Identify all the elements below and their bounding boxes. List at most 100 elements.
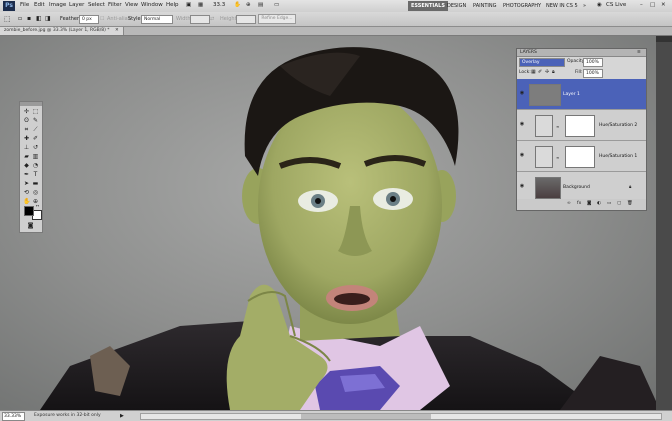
clone-stamp-tool-icon[interactable]: ⊥ bbox=[23, 144, 30, 151]
maximize-icon[interactable]: □ bbox=[650, 2, 655, 8]
workspace-more[interactable]: » bbox=[580, 1, 589, 11]
delete-layer-icon[interactable]: 🗑︎ bbox=[627, 201, 633, 206]
lock-all-icon[interactable]: 🔒︎ bbox=[552, 69, 555, 75]
lasso-tool-icon[interactable]: ʘ bbox=[23, 117, 30, 124]
type-tool-icon[interactable]: T bbox=[32, 171, 39, 178]
lock-position-icon[interactable]: ✢ bbox=[545, 69, 549, 75]
intersect-selection-icon[interactable]: ◨ bbox=[45, 15, 51, 22]
dock-collapse-bar[interactable] bbox=[656, 36, 672, 42]
menu-image[interactable]: Image bbox=[49, 2, 66, 8]
document-tab[interactable]: zombie_before.jpg @ 33.3% (Layer 1, RGB/… bbox=[0, 27, 124, 35]
close-document-icon[interactable]: ✕ bbox=[115, 28, 119, 33]
brush-tool-icon[interactable]: ✐ bbox=[32, 135, 39, 142]
add-mask-icon[interactable]: ◙ bbox=[587, 201, 591, 206]
menu-filter[interactable]: Filter bbox=[108, 2, 122, 8]
visibility-eye-icon[interactable]: ◉ bbox=[519, 91, 525, 96]
path-selection-tool-icon[interactable]: ➤ bbox=[23, 180, 30, 187]
menu-layer[interactable]: Layer bbox=[69, 2, 84, 8]
zoom-level-menu[interactable]: 33.3 bbox=[213, 2, 225, 8]
new-group-icon[interactable]: ▭ bbox=[607, 201, 611, 206]
layer-mask-thumbnail[interactable] bbox=[565, 115, 595, 137]
screen-mode-icon[interactable]: ▭ bbox=[274, 2, 279, 8]
foreground-color-swatch[interactable] bbox=[24, 206, 34, 216]
menu-view[interactable]: View bbox=[125, 2, 138, 8]
shape-tool-icon[interactable]: ▬ bbox=[32, 180, 39, 187]
lock-transparency-icon[interactable]: ▦ bbox=[531, 69, 536, 75]
gradient-tool-icon[interactable]: ▥ bbox=[32, 153, 39, 160]
workspace-essentials[interactable]: ESSENTIALS bbox=[408, 1, 448, 11]
width-input[interactable] bbox=[190, 15, 210, 24]
layer-name[interactable]: Hue/Saturation 1 bbox=[599, 154, 637, 159]
menu-select[interactable]: Select bbox=[88, 2, 105, 8]
layer-row-hue-saturation-2[interactable]: ◉ ∞ Hue/Saturation 2 bbox=[517, 110, 646, 141]
3d-orbit-tool-icon[interactable]: ◎ bbox=[32, 189, 39, 196]
arrange-documents-icon[interactable]: ▤ bbox=[258, 2, 263, 8]
new-selection-icon[interactable]: ▫ bbox=[18, 15, 22, 22]
add-selection-icon[interactable]: ▪ bbox=[27, 15, 31, 22]
swap-colors-icon[interactable]: ↔ bbox=[34, 202, 41, 209]
workspace-design[interactable]: DESIGN bbox=[444, 1, 469, 11]
scrollbar-thumb[interactable] bbox=[301, 414, 431, 419]
adjustment-layer-icon[interactable]: ◐ bbox=[597, 201, 601, 206]
feather-input[interactable]: 0 px bbox=[79, 15, 99, 24]
minimize-icon[interactable]: – bbox=[640, 2, 643, 8]
layer-name[interactable]: Layer 1 bbox=[563, 92, 580, 97]
quick-mask-icon[interactable]: ◙ bbox=[27, 222, 34, 229]
tools-panel-header[interactable] bbox=[20, 102, 42, 106]
menu-file[interactable]: File bbox=[20, 2, 29, 8]
layer-name[interactable]: Background bbox=[563, 185, 590, 190]
dodge-tool-icon[interactable]: ◔ bbox=[32, 162, 39, 169]
menu-help[interactable]: Help bbox=[166, 2, 179, 8]
anti-alias-checkbox[interactable]: ☐ bbox=[100, 16, 104, 22]
menu-edit[interactable]: Edit bbox=[34, 2, 45, 8]
blend-mode-select[interactable]: Overlay bbox=[519, 58, 565, 67]
zoom-tool-icon[interactable]: ⊕ bbox=[246, 2, 251, 8]
panel-menu-icon[interactable]: ≡ bbox=[637, 50, 641, 55]
layer-style-icon[interactable]: fx bbox=[577, 201, 581, 206]
link-layers-icon[interactable]: ∞ bbox=[567, 201, 571, 206]
horizontal-scrollbar[interactable] bbox=[140, 413, 662, 420]
crop-tool-icon[interactable]: ⌗ bbox=[23, 126, 30, 133]
eraser-tool-icon[interactable]: ▰ bbox=[23, 153, 30, 160]
quick-selection-tool-icon[interactable]: ✎ bbox=[32, 117, 39, 124]
cs-live-label[interactable]: CS Live bbox=[606, 2, 626, 8]
mini-bridge-icon[interactable]: ▦ bbox=[198, 2, 203, 8]
history-brush-tool-icon[interactable]: ↺ bbox=[32, 144, 39, 151]
workspace-photography[interactable]: PHOTOGRAPHY bbox=[500, 1, 544, 11]
marquee-tool-icon[interactable]: ⬚ bbox=[4, 15, 11, 23]
new-layer-icon[interactable]: ▢ bbox=[617, 201, 621, 206]
eyedropper-tool-icon[interactable]: ⟋ bbox=[32, 126, 39, 133]
pen-tool-icon[interactable]: ✒ bbox=[23, 171, 30, 178]
fill-input[interactable]: 100% bbox=[583, 69, 603, 78]
blur-tool-icon[interactable]: ◆ bbox=[23, 162, 30, 169]
move-tool-icon[interactable]: ✢ bbox=[23, 108, 30, 115]
chain-link-icon[interactable]: ∞ bbox=[556, 124, 559, 129]
visibility-eye-icon[interactable]: ◉ bbox=[519, 184, 525, 189]
style-select[interactable]: Normal bbox=[141, 15, 173, 24]
hand-tool-icon[interactable]: ✋ bbox=[234, 2, 241, 8]
layer-row-background[interactable]: ◉ Background 🔒︎ bbox=[517, 172, 646, 200]
hand-tool-icon[interactable]: ✋ bbox=[23, 198, 30, 205]
swap-dimensions-icon[interactable]: ⇄ bbox=[210, 16, 214, 22]
subtract-selection-icon[interactable]: ◧ bbox=[36, 15, 42, 22]
close-icon[interactable]: ✕ bbox=[661, 2, 666, 8]
height-input[interactable] bbox=[236, 15, 256, 24]
opacity-input[interactable]: 100% bbox=[583, 58, 603, 67]
layer-row-layer-1[interactable]: ◉ Layer 1 bbox=[517, 79, 646, 110]
cs-live-icon[interactable]: ◉ bbox=[597, 2, 602, 8]
workspace-new-in-cs5[interactable]: NEW IN CS 5 bbox=[543, 1, 581, 11]
status-menu-arrow-icon[interactable]: ▶ bbox=[120, 413, 124, 419]
bridge-icon[interactable]: ▣ bbox=[186, 2, 191, 8]
menu-window[interactable]: Window bbox=[141, 2, 163, 8]
layers-tab[interactable]: LAYERS bbox=[520, 50, 537, 55]
workspace-painting[interactable]: PAINTING bbox=[470, 1, 499, 11]
layer-row-hue-saturation-1[interactable]: ◉ ∞ Hue/Saturation 1 bbox=[517, 141, 646, 172]
chain-link-icon[interactable]: ∞ bbox=[556, 155, 559, 160]
visibility-eye-icon[interactable]: ◉ bbox=[519, 153, 525, 158]
lock-image-icon[interactable]: ✐ bbox=[538, 69, 542, 75]
layer-name[interactable]: Hue/Saturation 2 bbox=[599, 123, 637, 128]
3d-rotate-tool-icon[interactable]: ⟲ bbox=[23, 189, 30, 196]
layer-mask-thumbnail[interactable] bbox=[565, 146, 595, 168]
visibility-eye-icon[interactable]: ◉ bbox=[519, 122, 525, 127]
marquee-tool-icon[interactable]: ⬚ bbox=[32, 108, 39, 115]
